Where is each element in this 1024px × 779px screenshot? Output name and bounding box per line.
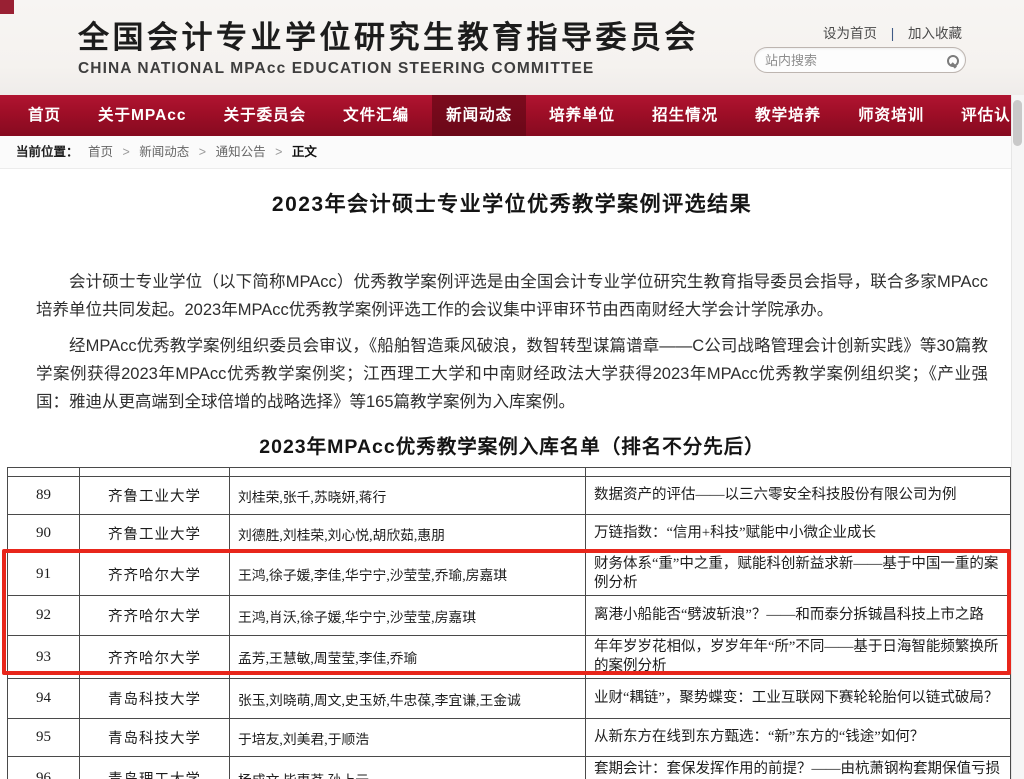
nav-item-teaching[interactable]: 教学培养 xyxy=(741,95,835,136)
row-number: 95 xyxy=(8,719,80,757)
row-number: 94 xyxy=(8,679,80,719)
row-authors: 刘桂荣,张千,苏晓妍,蒋行 xyxy=(230,477,586,515)
row-university: 齐齐哈尔大学 xyxy=(80,636,230,679)
row-number: 92 xyxy=(8,596,80,636)
row-university: 齐鲁工业大学 xyxy=(80,477,230,515)
row-case-title: 财务体系“重”中之重，赋能科创新益求新——基于中国一重的案例分析 xyxy=(586,553,1011,596)
row-number: 96 xyxy=(8,757,80,779)
table-row-highlighted: 93 齐齐哈尔大学 孟芳,王慧敏,周莹莹,李佳,乔瑜 年年岁岁花相似，岁岁年年“… xyxy=(8,636,1011,679)
breadcrumb: 当前位置： 首页 > 新闻动态 > 通知公告 > 正文 xyxy=(0,136,1024,169)
nav-item-about-mpacc[interactable]: 关于MPAcc xyxy=(84,95,201,136)
table-row: 90 齐鲁工业大学 刘德胜,刘桂荣,刘心悦,胡欣茹,惠朋 万链指数：“信用+科技… xyxy=(8,515,1011,553)
row-university: 青岛科技大学 xyxy=(80,679,230,719)
row-university: 青岛理工大学 xyxy=(80,757,230,779)
article-paragraph-2: 经MPAcc优秀教学案例组织委员会审议，《船舶智造乘风破浪，数智转型谋篇谱章——… xyxy=(36,332,988,416)
row-number: 89 xyxy=(8,477,80,515)
nav-item-training-units[interactable]: 培养单位 xyxy=(535,95,629,136)
search-input[interactable] xyxy=(765,53,941,68)
row-authors: 刘德胜,刘桂荣,刘心悦,胡欣茹,惠朋 xyxy=(230,515,586,553)
main-nav: 首页 关于MPAcc 关于委员会 文件汇编 新闻动态 培养单位 招生情况 教学培… xyxy=(0,95,1024,136)
row-authors: 王鸿,徐子媛,李佳,华宁宁,沙莹莹,乔瑜,房嘉琪 xyxy=(230,553,586,596)
table-row-highlighted: 92 齐齐哈尔大学 王鸿,肖沃,徐子媛,华宁宁,沙莹莹,房嘉琪 离港小船能否“劈… xyxy=(8,596,1011,636)
row-number: 93 xyxy=(8,636,80,679)
row-case-title: 业财“耦链”，聚势蝶变：工业互联网下赛轮轮胎何以链式破局？ xyxy=(586,679,1011,719)
row-case-title: 数据资产的评估——以三六零安全科技股份有限公司为例 xyxy=(586,477,1011,515)
table-row: 89 齐鲁工业大学 刘桂荣,张千,苏晓妍,蒋行 数据资产的评估——以三六零安全科… xyxy=(8,477,1011,515)
table-title: 2023年MPAcc优秀教学案例入库名单（排名不分先后） xyxy=(0,430,1024,459)
site-title: 全国会计专业学位研究生教育指导委员会 xyxy=(78,12,699,57)
breadcrumb-home[interactable]: 首页 xyxy=(88,145,113,159)
add-favorite-link[interactable]: 加入收藏 xyxy=(908,26,962,41)
row-authors: 张玉,刘晓萌,周文,史玉娇,牛忠葆,李宜谦,王金诚 xyxy=(230,679,586,719)
set-home-link[interactable]: 设为首页 xyxy=(823,26,877,41)
row-case-title: 离港小船能否“劈波斩浪”？——和而泰分拆铖昌科技上市之路 xyxy=(586,596,1011,636)
breadcrumb-news[interactable]: 新闻动态 xyxy=(139,145,189,159)
nav-item-home[interactable]: 首页 xyxy=(14,95,75,136)
row-case-title: 年年岁岁花相似，岁岁年年“所”不同——基于日海智能频繁换所的案例分析 xyxy=(586,636,1011,679)
scrollbar-track[interactable] xyxy=(1011,95,1024,779)
logo-emblem-fragment-bottom xyxy=(0,0,14,14)
table-row-partial xyxy=(8,468,1011,477)
table-row: 96 青岛理工大学 杨成文,毕惠茗,孙上云 套期会计：套保发挥作用的前提？——由… xyxy=(8,757,1011,779)
breadcrumb-separator: > xyxy=(123,145,130,159)
table-row: 94 青岛科技大学 张玉,刘晓萌,周文,史玉娇,牛忠葆,李宜谦,王金诚 业财“耦… xyxy=(8,679,1011,719)
site-header: 全国会计专业学位研究生教育指导委员会 CHINA NATIONAL MPAcc … xyxy=(0,0,1024,95)
row-authors: 王鸿,肖沃,徐子媛,华宁宁,沙莹莹,房嘉琪 xyxy=(230,596,586,636)
header-utility-links: 设为首页 | 加入收藏 xyxy=(823,22,962,42)
table-row: 95 青岛科技大学 于培友,刘美君,于顺浩 从新东方在线到东方甄选：“新”东方的… xyxy=(8,719,1011,757)
row-case-title: 套期会计：套保发挥作用的前提？——由杭萧钢构套期保值亏损引发的思考 xyxy=(586,757,1011,779)
row-authors: 孟芳,王慧敏,周莹莹,李佳,乔瑜 xyxy=(230,636,586,679)
row-number: 90 xyxy=(8,515,80,553)
nav-item-news[interactable]: 新闻动态 xyxy=(432,95,526,136)
row-university: 齐齐哈尔大学 xyxy=(80,596,230,636)
row-university: 齐齐哈尔大学 xyxy=(80,553,230,596)
row-authors: 杨成文,毕惠茗,孙上云 xyxy=(230,757,586,779)
breadcrumb-separator: > xyxy=(275,145,282,159)
nav-item-admissions[interactable]: 招生情况 xyxy=(638,95,732,136)
row-university: 青岛科技大学 xyxy=(80,719,230,757)
site-search xyxy=(754,47,966,73)
table-row-highlighted: 91 齐齐哈尔大学 王鸿,徐子媛,李佳,华宁宁,沙莹莹,乔瑜,房嘉琪 财务体系“… xyxy=(8,553,1011,596)
site-subtitle: CHINA NATIONAL MPAcc EDUCATION STEERING … xyxy=(78,60,699,78)
breadcrumb-label: 当前位置： xyxy=(16,145,79,159)
page-title: 2023年会计硕士专业学位优秀教学案例评选结果 xyxy=(0,188,1024,218)
link-separator: | xyxy=(891,26,895,41)
row-university: 齐鲁工业大学 xyxy=(80,515,230,553)
scrollbar-thumb[interactable] xyxy=(1013,100,1022,146)
breadcrumb-current: 正文 xyxy=(292,145,317,159)
article-body: 会计硕士专业学位（以下简称MPAcc）优秀教学案例评选是由全国会计专业学位研究生… xyxy=(36,268,988,416)
row-authors: 于培友,刘美君,于顺浩 xyxy=(230,719,586,757)
breadcrumb-separator: > xyxy=(199,145,206,159)
row-number: 91 xyxy=(8,553,80,596)
nav-item-about-committee[interactable]: 关于委员会 xyxy=(210,95,321,136)
case-list-table: 89 齐鲁工业大学 刘桂荣,张千,苏晓妍,蒋行 数据资产的评估——以三六零安全科… xyxy=(7,467,1011,779)
nav-item-faculty-training[interactable]: 师资培训 xyxy=(844,95,938,136)
article-paragraph-1: 会计硕士专业学位（以下简称MPAcc）优秀教学案例评选是由全国会计专业学位研究生… xyxy=(36,268,988,324)
site-logo: 全国会计专业学位研究生教育指导委员会 CHINA NATIONAL MPAcc … xyxy=(78,12,699,78)
breadcrumb-notices[interactable]: 通知公告 xyxy=(216,145,266,159)
search-icon[interactable] xyxy=(947,55,955,66)
nav-item-documents[interactable]: 文件汇编 xyxy=(329,95,423,136)
row-case-title: 从新东方在线到东方甄选：“新”东方的“钱途”如何？ xyxy=(586,719,1011,757)
row-case-title: 万链指数：“信用+科技”赋能中小微企业成长 xyxy=(586,515,1011,553)
